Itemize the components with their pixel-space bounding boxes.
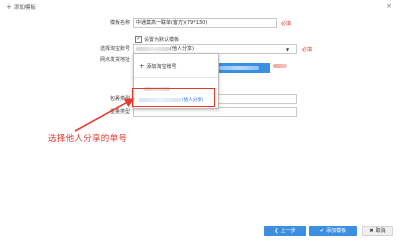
taobao-account-value: (他人分享) bbox=[170, 46, 194, 52]
annotation-arrow bbox=[74, 98, 135, 132]
plus-icon: + bbox=[139, 62, 145, 70]
dropdown-divider bbox=[134, 77, 218, 78]
check-icon: ✔ bbox=[319, 228, 325, 234]
chevron-left-icon: ❮ bbox=[274, 228, 279, 234]
taobao-account-label: 选择淘宝账号 bbox=[99, 46, 130, 52]
add-template-dialog: + 添加模板 × 模板名称 中通莫高一联单(客方)(79*130) 必填 ✓ 设… bbox=[0, 0, 400, 241]
cancel-button[interactable]: ✖ 取消 bbox=[362, 226, 393, 236]
dialog-title-text: 添加模板 bbox=[13, 5, 36, 11]
taobao-account-required: 必填 bbox=[302, 47, 313, 53]
package-type-label: 包裹类型 bbox=[109, 96, 130, 102]
dialog-title: + 添加模板 bbox=[6, 3, 36, 11]
annotation-text: 选择他人分享的单号 bbox=[48, 134, 128, 144]
prev-step-button[interactable]: ❮ 上一步 bbox=[264, 226, 306, 236]
add-template-label: 添加模板 bbox=[326, 228, 347, 234]
close-icon[interactable]: × bbox=[386, 2, 392, 10]
dropdown-add-account-label: 添加淘宝账号 bbox=[146, 63, 177, 70]
add-template-button[interactable]: ✔ 添加模板 bbox=[309, 226, 357, 236]
blurred-address-hint bbox=[273, 64, 287, 70]
blurred-hint-text bbox=[273, 64, 287, 68]
cancel-label: 取消 bbox=[375, 228, 386, 234]
set-default-checkbox[interactable]: ✓ bbox=[135, 36, 142, 43]
blurred-account-name bbox=[136, 46, 170, 51]
highlight-box bbox=[132, 88, 215, 107]
blurred-address-strip bbox=[215, 63, 270, 73]
blurred-address-text bbox=[219, 66, 259, 70]
package-weight-label: 重量类型 bbox=[109, 109, 130, 115]
template-name-label: 模板名称 bbox=[109, 20, 130, 26]
plus-icon: + bbox=[6, 2, 12, 11]
prev-step-label: 上一步 bbox=[280, 228, 296, 234]
template-name-required: 必填 bbox=[281, 21, 292, 27]
close-icon: ✖ bbox=[369, 228, 374, 234]
sender-address-label: 网点发货地址 bbox=[99, 57, 130, 63]
package-type-input[interactable] bbox=[218, 94, 297, 104]
chevron-down-icon: ▼ bbox=[286, 47, 290, 52]
set-default-row[interactable]: ✓ 设置为默认模板 bbox=[135, 36, 179, 43]
dropdown-add-account[interactable]: + 添加淘宝账号 bbox=[139, 62, 176, 70]
template-name-input[interactable]: 中通莫高一联单(客方)(79*130) bbox=[133, 18, 277, 28]
set-default-label: 设置为默认模板 bbox=[144, 37, 180, 43]
